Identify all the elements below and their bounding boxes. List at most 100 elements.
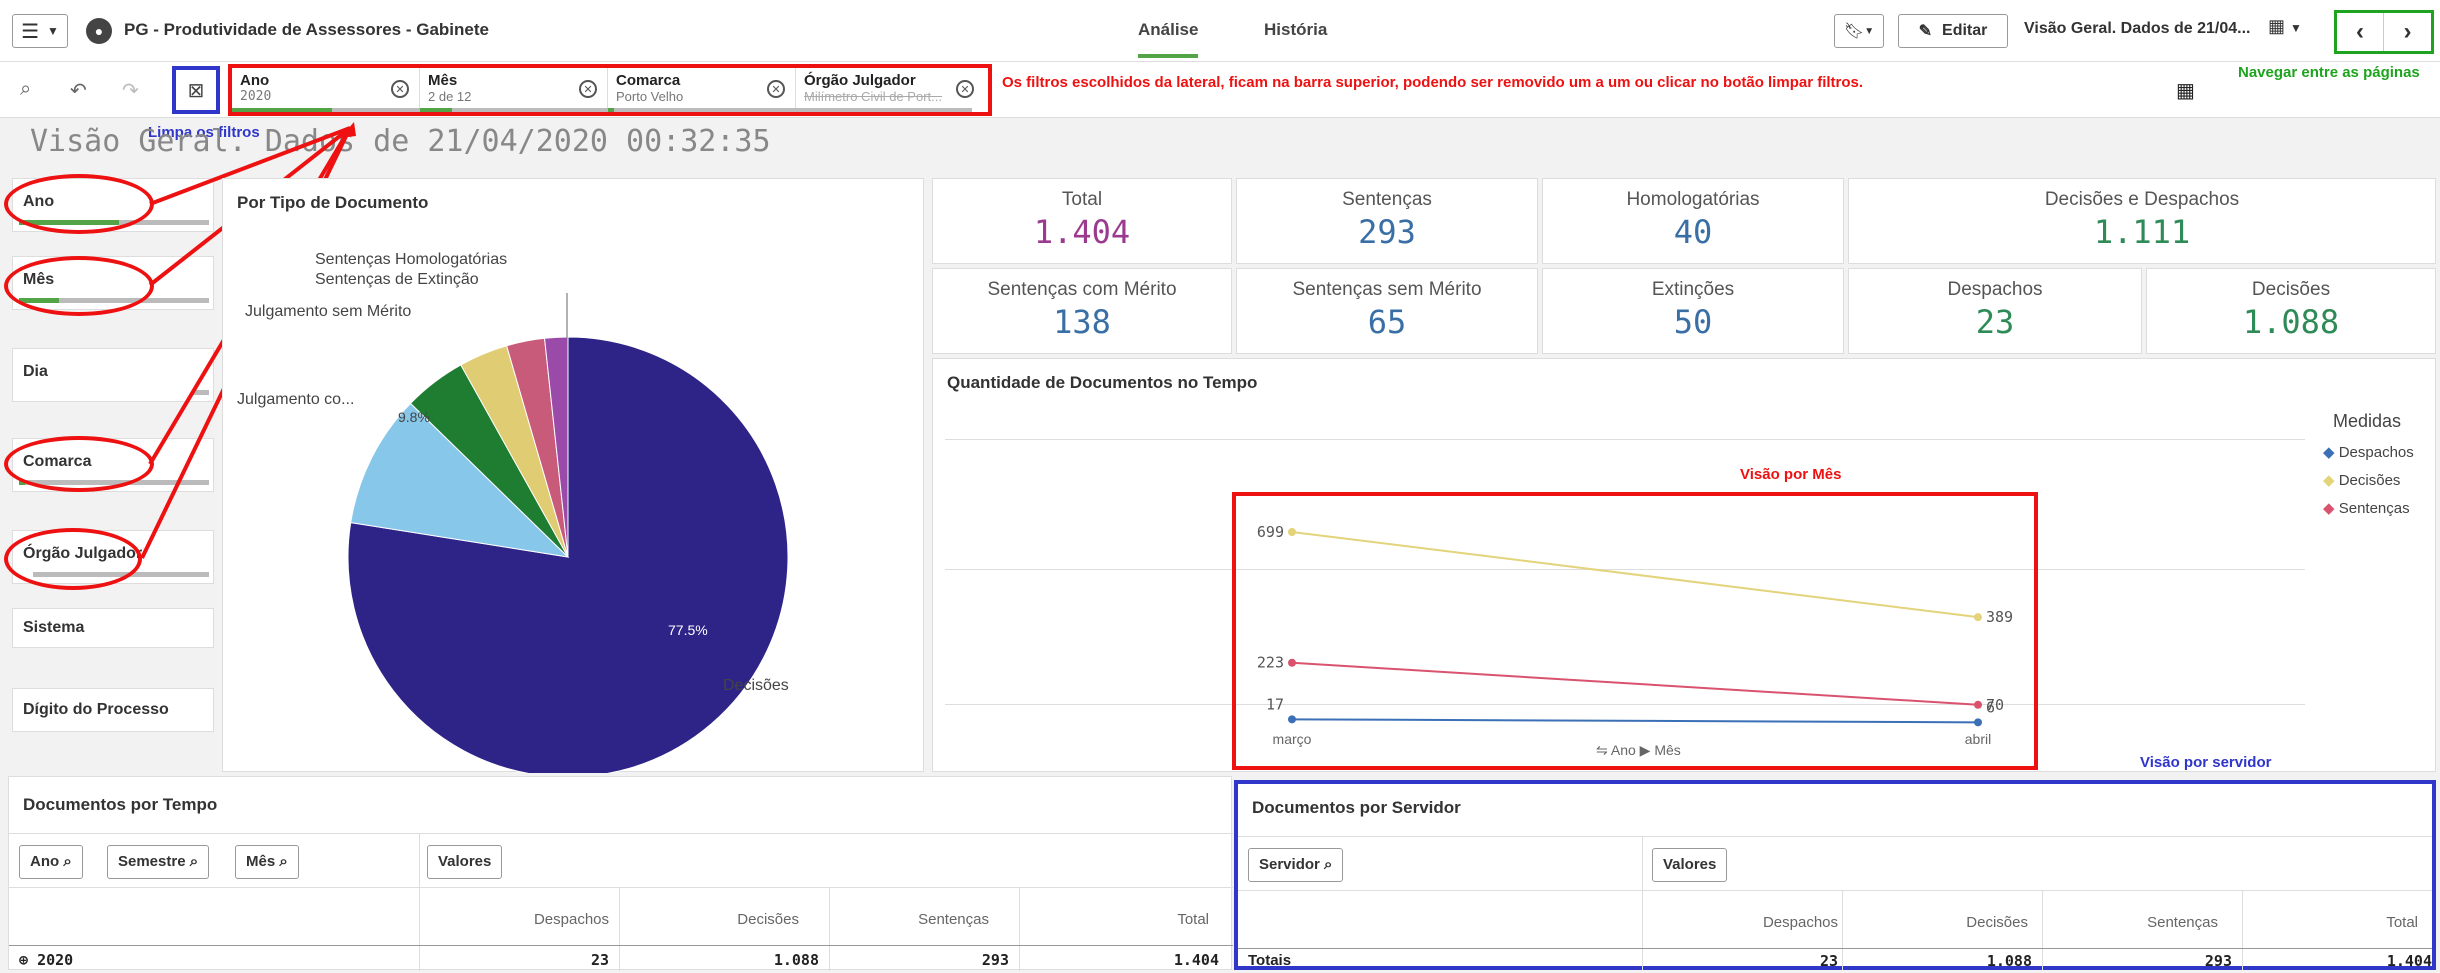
- dim-label[interactable]: ⇋ Ano ▶ Mês: [1596, 742, 1681, 759]
- month-view-annotation: Visão por Mês: [1740, 466, 1842, 483]
- annotation-ellipse: [4, 436, 154, 492]
- kpi-extincoes: Extinções 50: [1542, 268, 1844, 354]
- step-forward-icon[interactable]: ↷: [122, 78, 139, 103]
- table-row[interactable]: ⊕ 2020: [19, 951, 73, 969]
- bookmark-button[interactable]: 🔖︎ ▼: [1834, 14, 1884, 48]
- tab-historia[interactable]: História: [1264, 20, 1327, 40]
- filter-dia[interactable]: Dia: [12, 348, 214, 402]
- cell-sentencas: 293: [2204, 952, 2232, 970]
- legend-label: Despachos: [2338, 444, 2414, 461]
- selected-filters-bar: Ano 2020 ✕ Mês 2 de 12 ✕ Comarca Porto V…: [228, 64, 992, 116]
- chip-value: Porto Velho: [616, 89, 684, 104]
- close-icon[interactable]: ✕: [956, 80, 974, 98]
- cell-total: 1.404: [1173, 951, 1219, 969]
- pie-label-com-merito: Julgamento co...: [237, 391, 355, 408]
- step-back-icon[interactable]: ↶: [70, 78, 87, 103]
- sheet-icon[interactable]: ▦ ▼: [2268, 16, 2302, 37]
- dim-mes-button[interactable]: Mês ⌕: [235, 845, 299, 879]
- col-header[interactable]: Despachos: [1658, 914, 1838, 931]
- pie-label-decisoes: Decisões: [723, 677, 789, 694]
- col-header[interactable]: Decisões: [1848, 914, 2028, 931]
- prev-page-button[interactable]: ‹: [2337, 13, 2384, 51]
- divider: [1642, 836, 1643, 970]
- chip-value: Milímetro Civil de Port...: [804, 89, 942, 104]
- values-button[interactable]: Valores: [427, 845, 503, 879]
- selection-bar-rest: [452, 108, 608, 112]
- data-point[interactable]: [1974, 718, 1982, 727]
- cell-decisoes: 1.088: [1986, 952, 2032, 970]
- data-point[interactable]: [1288, 528, 1296, 536]
- row-label: 2020: [37, 951, 74, 969]
- values-button[interactable]: Valores: [1652, 848, 1728, 882]
- app-icon: ●: [86, 18, 112, 44]
- dim-label: Servidor: [1259, 856, 1320, 873]
- divider: [1238, 890, 2432, 891]
- data-point[interactable]: [1974, 613, 1982, 622]
- pie-label-extincao: Sentenças de Extinção: [315, 271, 479, 288]
- chip-title: Ano: [240, 72, 270, 89]
- data-point[interactable]: [1288, 658, 1296, 667]
- sheet-name[interactable]: Visão Geral. Dados de 21/04...: [2024, 20, 2250, 38]
- dim-servidor-button[interactable]: Servidor ⌕: [1248, 848, 1344, 882]
- line-chart[interactable]: 17 669938922370março abril: [1236, 496, 2034, 766]
- legend-despachos[interactable]: ◆ Despachos: [2323, 443, 2414, 461]
- close-icon[interactable]: ✕: [767, 80, 785, 98]
- data-point[interactable]: [1974, 700, 1982, 709]
- chevron-down-icon: ▼: [47, 24, 59, 38]
- kpi-label: Sentenças: [1342, 189, 1432, 210]
- col-header[interactable]: Decisões: [619, 911, 799, 928]
- col-header[interactable]: Sentenças: [2038, 914, 2218, 931]
- kpi-value: 138: [1053, 303, 1111, 341]
- tab-analise[interactable]: Análise: [1138, 20, 1199, 58]
- filter-chip-mes[interactable]: Mês 2 de 12 ✕: [420, 68, 608, 112]
- next-page-button[interactable]: ›: [2384, 13, 2431, 51]
- selection-bar-rest: [193, 390, 209, 395]
- kpi-value: 50: [1673, 303, 1713, 341]
- series-line-0[interactable]: [1291, 718, 1979, 724]
- dim-semestre-button[interactable]: Semestre ⌕: [107, 845, 210, 879]
- data-label: 223: [1257, 654, 1284, 672]
- smart-search-icon[interactable]: ⌕: [20, 78, 31, 101]
- filter-chip-orgao-julgador[interactable]: Órgão Julgador Milímetro Civil de Port..…: [796, 68, 984, 112]
- legend-sentencas[interactable]: ◆ Sentenças: [2323, 499, 2410, 517]
- divider: [419, 833, 420, 971]
- pie-pct-decisoes: 77.5%: [668, 622, 708, 638]
- expand-icon: ⊕: [19, 951, 29, 969]
- series-line-1[interactable]: [1291, 531, 1979, 619]
- chevron-right-icon: ›: [2403, 18, 2412, 45]
- col-header[interactable]: Sentenças: [809, 911, 989, 928]
- col-header[interactable]: Despachos: [429, 911, 609, 928]
- filter-chip-ano[interactable]: Ano 2020 ✕: [232, 68, 420, 112]
- series-line-2[interactable]: [1291, 661, 1979, 706]
- divider: [9, 945, 1233, 946]
- kpi-value: 1.088: [2242, 303, 2340, 341]
- col-header[interactable]: Total: [1009, 911, 1209, 928]
- data-label: 389: [1986, 608, 2013, 626]
- selection-bar-rest: [796, 108, 972, 112]
- kpi-value: 1.111: [2093, 213, 2191, 251]
- app-window: ☰ ▼ ● PG - Produtividade de Assessores - …: [0, 0, 2440, 973]
- search-icon: ⌕: [1324, 856, 1333, 873]
- data-label: 17: [1266, 695, 1284, 713]
- chip-title: Órgão Julgador: [804, 72, 916, 89]
- menu-button[interactable]: ☰ ▼: [12, 14, 68, 48]
- grid-icon[interactable]: ▦: [2176, 78, 2195, 103]
- table-server-title: Documentos por Servidor: [1252, 798, 1461, 817]
- kpi-label: Sentenças com Mérito: [987, 279, 1177, 300]
- cell-despachos: 23: [590, 951, 609, 969]
- close-icon[interactable]: ✕: [391, 80, 409, 98]
- kpi-value: 65: [1367, 303, 1407, 341]
- data-point[interactable]: [1288, 715, 1296, 724]
- filter-chip-comarca[interactable]: Comarca Porto Velho ✕: [608, 68, 796, 112]
- col-header[interactable]: Total: [2228, 914, 2418, 931]
- dim-ano-button[interactable]: Ano ⌕: [19, 845, 83, 879]
- filter-digito-processo[interactable]: Dígito do Processo: [12, 688, 214, 732]
- clear-filters-button[interactable]: ⊠: [172, 66, 220, 114]
- close-icon[interactable]: ✕: [579, 80, 597, 98]
- legend-decisoes[interactable]: ◆ Decisões: [2323, 471, 2400, 489]
- table-row[interactable]: Totais: [1248, 952, 1291, 969]
- edit-button[interactable]: ✎ Editar: [1898, 14, 2008, 48]
- filter-sistema[interactable]: Sistema: [12, 608, 214, 648]
- search-icon: ⌕: [189, 853, 199, 870]
- kpi-label: Decisões e Despachos: [2044, 189, 2240, 210]
